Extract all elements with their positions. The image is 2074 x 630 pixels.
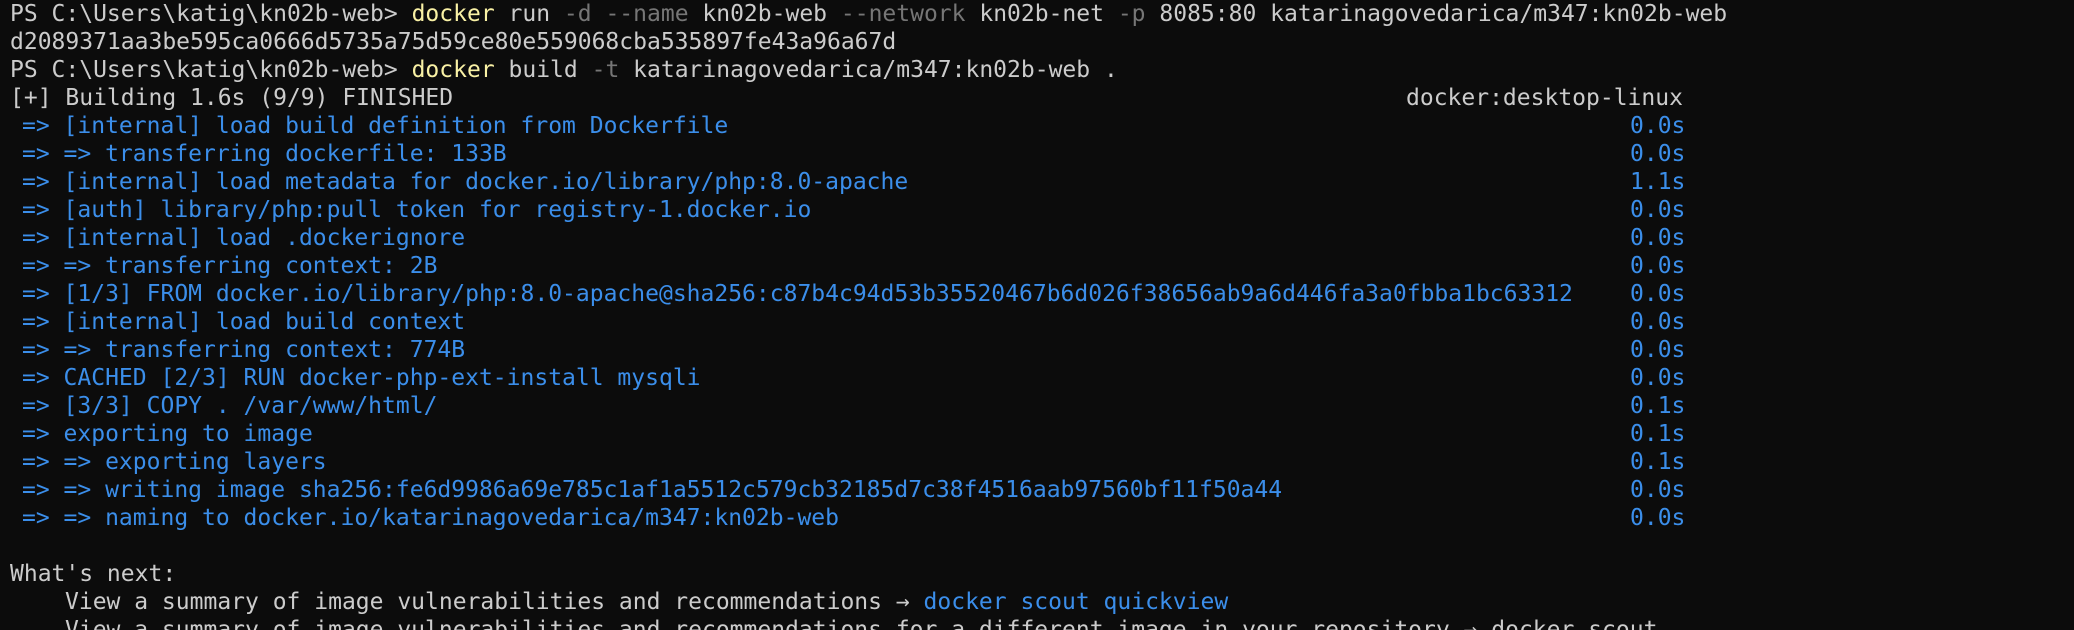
build-step-time: 1.1s [1630, 169, 1686, 195]
build-step-row: => => writing image sha256:fe6d9986a69e7… [10, 476, 2074, 504]
build-step-text: => CACHED [2/3] RUN docker-php-ext-insta… [22, 365, 701, 391]
scout-quickview-command[interactable]: docker scout quickview [924, 589, 1229, 615]
partial-hint-line: View a summary of image vulnerabilities … [10, 616, 2074, 630]
build-step-row: => => naming to docker.io/katarinagoveda… [10, 504, 2074, 532]
build-step-text: => [1/3] FROM docker.io/library/php:8.0-… [22, 281, 1573, 307]
build-status: [+] Building 1.6s (9/9) FINISHED [10, 85, 454, 111]
build-step-row: => [3/3] COPY . /var/www/html/0.1s [10, 392, 2074, 420]
command-line-run: PS C:\Users\katig\kn02b-web> docker run … [10, 0, 2074, 28]
build-step-time: 0.0s [1630, 225, 1686, 251]
build-step-time: 0.1s [1630, 449, 1686, 475]
build-step-time: 0.0s [1630, 281, 1686, 307]
build-step-row: => CACHED [2/3] RUN docker-php-ext-insta… [10, 364, 2074, 392]
build-step-text: => [3/3] COPY . /var/www/html/ [22, 393, 438, 419]
build-step-time: 0.0s [1630, 337, 1686, 363]
build-step-time: 0.0s [1630, 253, 1686, 279]
prompt: PS C:\Users\katig\kn02b-web> [10, 57, 412, 83]
command-flag: -t [591, 57, 620, 83]
build-step-text: => [internal] load metadata for docker.i… [22, 169, 909, 195]
build-step-row: => [internal] load metadata for docker.i… [10, 168, 2074, 196]
build-step-time: 0.0s [1630, 365, 1686, 391]
build-step-time: 0.0s [1630, 505, 1686, 531]
build-step-row: => => transferring dockerfile: 133B 0.0s [10, 140, 2074, 168]
command-name: docker [411, 1, 495, 27]
build-step-time: 0.0s [1630, 141, 1686, 167]
terminal-window[interactable]: PS C:\Users\katig\kn02b-web> docker run … [0, 0, 2074, 630]
partial-hint-text: View a summary of image vulnerabilities … [65, 617, 1658, 630]
build-header: [+] Building 1.6s (9/9) FINISHED docker:d… [10, 84, 2074, 112]
command-flag: --network [840, 1, 966, 27]
build-platform: docker:desktop-linux [1406, 85, 1683, 111]
build-step-time: 0.0s [1630, 309, 1686, 335]
command-flag: -p [1117, 1, 1146, 27]
command-arg: run [494, 1, 564, 27]
build-step-time: 0.0s [1630, 477, 1686, 503]
build-step-time: 0.0s [1630, 197, 1686, 223]
summary-text: View a summary of image vulnerabilities … [65, 589, 924, 615]
command-arg: katarinagovedarica/m347:kn02b-web . [619, 57, 1118, 83]
summary-hint: View a summary of image vulnerabilities … [10, 588, 2074, 616]
build-step-text: => => transferring dockerfile: 133B [22, 141, 507, 167]
build-step-time: 0.1s [1630, 421, 1686, 447]
build-step-row: => => exporting layers 0.1s [10, 448, 2074, 476]
command-line-build: PS C:\Users\katig\kn02b-web> docker buil… [10, 56, 2074, 84]
build-step-text: => => writing image sha256:fe6d9986a69e7… [22, 477, 1283, 503]
build-step-row: => => transferring context: 2B 0.0s [10, 252, 2074, 280]
build-step-row: => [internal] load build context 0.0s [10, 308, 2074, 336]
build-step-text: => [internal] load .dockerignore [22, 225, 466, 251]
build-step-row: => [1/3] FROM docker.io/library/php:8.0-… [10, 280, 2074, 308]
build-step-time: 0.0s [1630, 113, 1686, 139]
command-arg: kn02b-web [688, 1, 841, 27]
build-steps: => [internal] load build definition from… [10, 112, 2074, 532]
build-step-text: => [auth] library/php:pull token for reg… [22, 197, 812, 223]
command-arg: build [494, 57, 592, 83]
build-step-text: => => transferring context: 2B [22, 253, 438, 279]
build-step-text: => exporting to image [22, 421, 313, 447]
prompt: PS C:\Users\katig\kn02b-web> [10, 1, 412, 27]
build-step-row: => [auth] library/php:pull token for reg… [10, 196, 2074, 224]
build-step-text: => [internal] load build definition from… [22, 113, 729, 139]
build-step-text: => [internal] load build context [22, 309, 466, 335]
build-step-row: => => transferring context: 774B 0.0s [10, 336, 2074, 364]
build-step-time: 0.1s [1630, 393, 1686, 419]
build-step-text: => => naming to docker.io/katarinagoveda… [22, 505, 839, 531]
build-step-row: => [internal] load build definition from… [10, 112, 2074, 140]
build-step-text: => => transferring context: 774B [22, 337, 466, 363]
whats-next-heading: What's next: [10, 561, 177, 587]
command-flag: -d --name [563, 1, 689, 27]
command-arg: 8085:80 katarinagovedarica/m347:kn02b-we… [1145, 1, 1728, 27]
container-id-output: d2089371aa3be595ca0666d5735a75d59ce80e55… [10, 29, 897, 55]
command-arg: kn02b-net [965, 1, 1118, 27]
build-step-row: => exporting to image 0.1s [10, 420, 2074, 448]
build-step-text: => => exporting layers [22, 449, 327, 475]
build-step-row: => [internal] load .dockerignore 0.0s [10, 224, 2074, 252]
command-name: docker [411, 57, 495, 83]
